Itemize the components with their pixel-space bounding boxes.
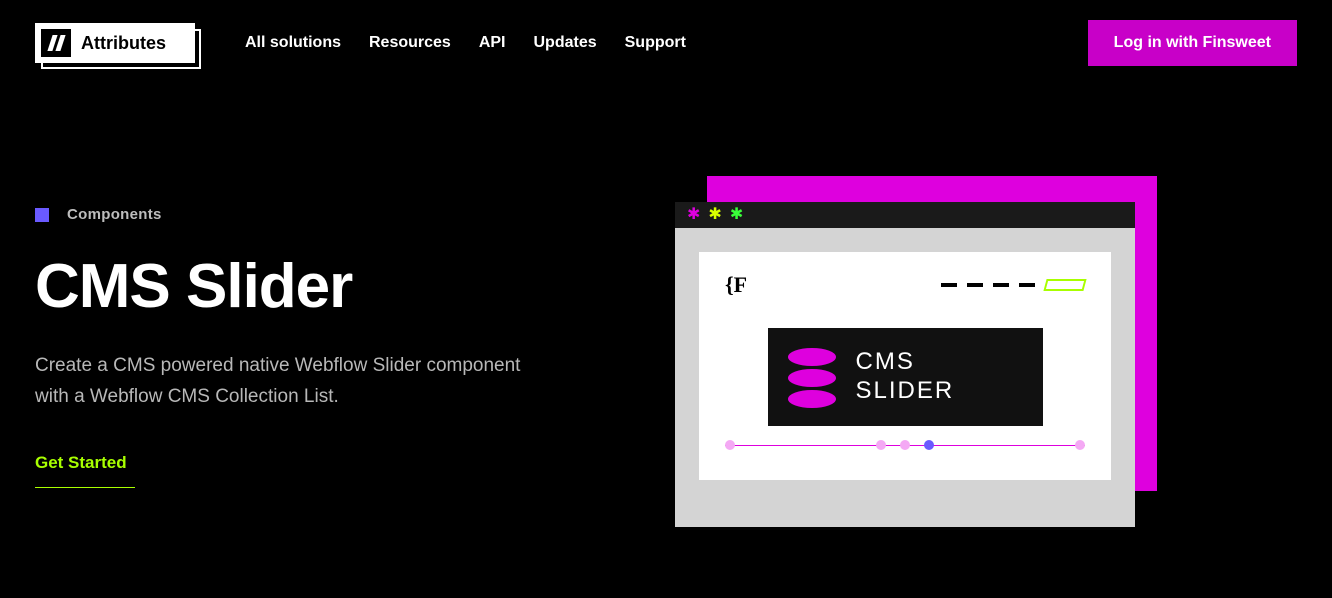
menu-bar-icon xyxy=(993,283,1009,287)
category-icon xyxy=(35,208,49,222)
brace-logo: {F xyxy=(725,272,747,298)
menu-bar-icon xyxy=(1019,283,1035,287)
pager-dot xyxy=(900,440,910,450)
asterisk-icon: ✱ xyxy=(687,207,700,223)
slider-tile: CMS SLIDER xyxy=(768,328,1043,426)
pager-dot xyxy=(1075,440,1085,450)
page-title: CMS Slider xyxy=(35,251,595,322)
logo[interactable]: Attributes xyxy=(35,23,195,63)
nav-api[interactable]: API xyxy=(479,34,506,52)
category-tag: Components xyxy=(35,206,595,223)
login-button[interactable]: Log in with Finsweet xyxy=(1088,20,1297,66)
menu-bar-icon xyxy=(967,283,983,287)
illustration-window: ✱ ✱ ✱ {F xyxy=(675,202,1135,527)
category-label: Components xyxy=(67,206,162,223)
tile-text-line2: SLIDER xyxy=(856,377,955,406)
pager-dot xyxy=(876,440,886,450)
get-started-link[interactable]: Get Started xyxy=(35,453,135,488)
asterisk-icon: ✱ xyxy=(730,207,743,223)
pager-dot xyxy=(725,440,735,450)
nav-resources[interactable]: Resources xyxy=(369,34,451,52)
database-icon xyxy=(788,348,836,406)
nav-all-solutions[interactable]: All solutions xyxy=(245,34,341,52)
slash-icon xyxy=(41,29,71,57)
menu-bar-icon xyxy=(941,283,957,287)
pager-dot-active xyxy=(924,440,934,450)
logo-text: Attributes xyxy=(81,33,166,54)
window-titlebar: ✱ ✱ ✱ xyxy=(675,202,1135,228)
asterisk-icon: ✱ xyxy=(708,207,721,223)
primary-nav: All solutions Resources API Updates Supp… xyxy=(245,34,686,52)
product-illustration: ✱ ✱ ✱ {F xyxy=(675,176,1165,536)
nav-updates[interactable]: Updates xyxy=(534,34,597,52)
cta-pill-icon xyxy=(1043,279,1086,291)
page-description: Create a CMS powered native Webflow Slid… xyxy=(35,350,555,413)
pager xyxy=(725,440,1085,450)
illustration-card: {F xyxy=(699,252,1111,480)
nav-support[interactable]: Support xyxy=(625,34,686,52)
tile-text-line1: CMS xyxy=(856,348,955,377)
